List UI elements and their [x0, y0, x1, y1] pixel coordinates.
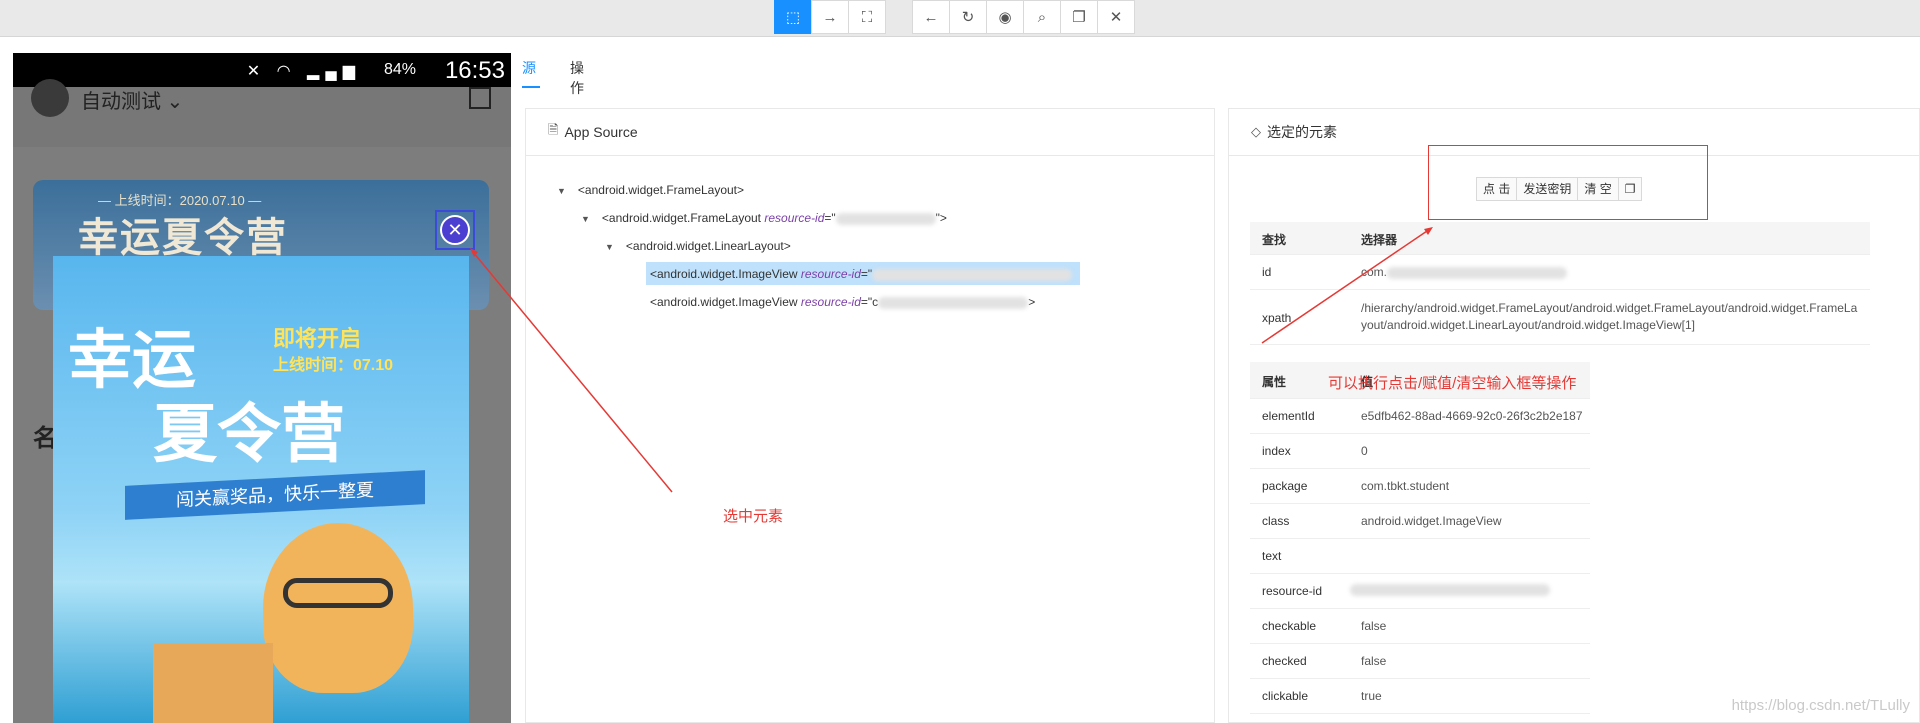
arrow-to-close-icon — [472, 251, 673, 493]
action-hint-annotation: 可以执行点击/赋值/清空输入框等操作 — [1328, 375, 1577, 392]
arrow-to-action-box — [1261, 228, 1431, 344]
annotation-arrows — [470, 227, 1433, 493]
watermark: https://blog.csdn.net/TLully — [1731, 697, 1910, 714]
arrow-head — [1424, 227, 1433, 235]
select-element-annotation: 选中元素 — [723, 508, 784, 525]
